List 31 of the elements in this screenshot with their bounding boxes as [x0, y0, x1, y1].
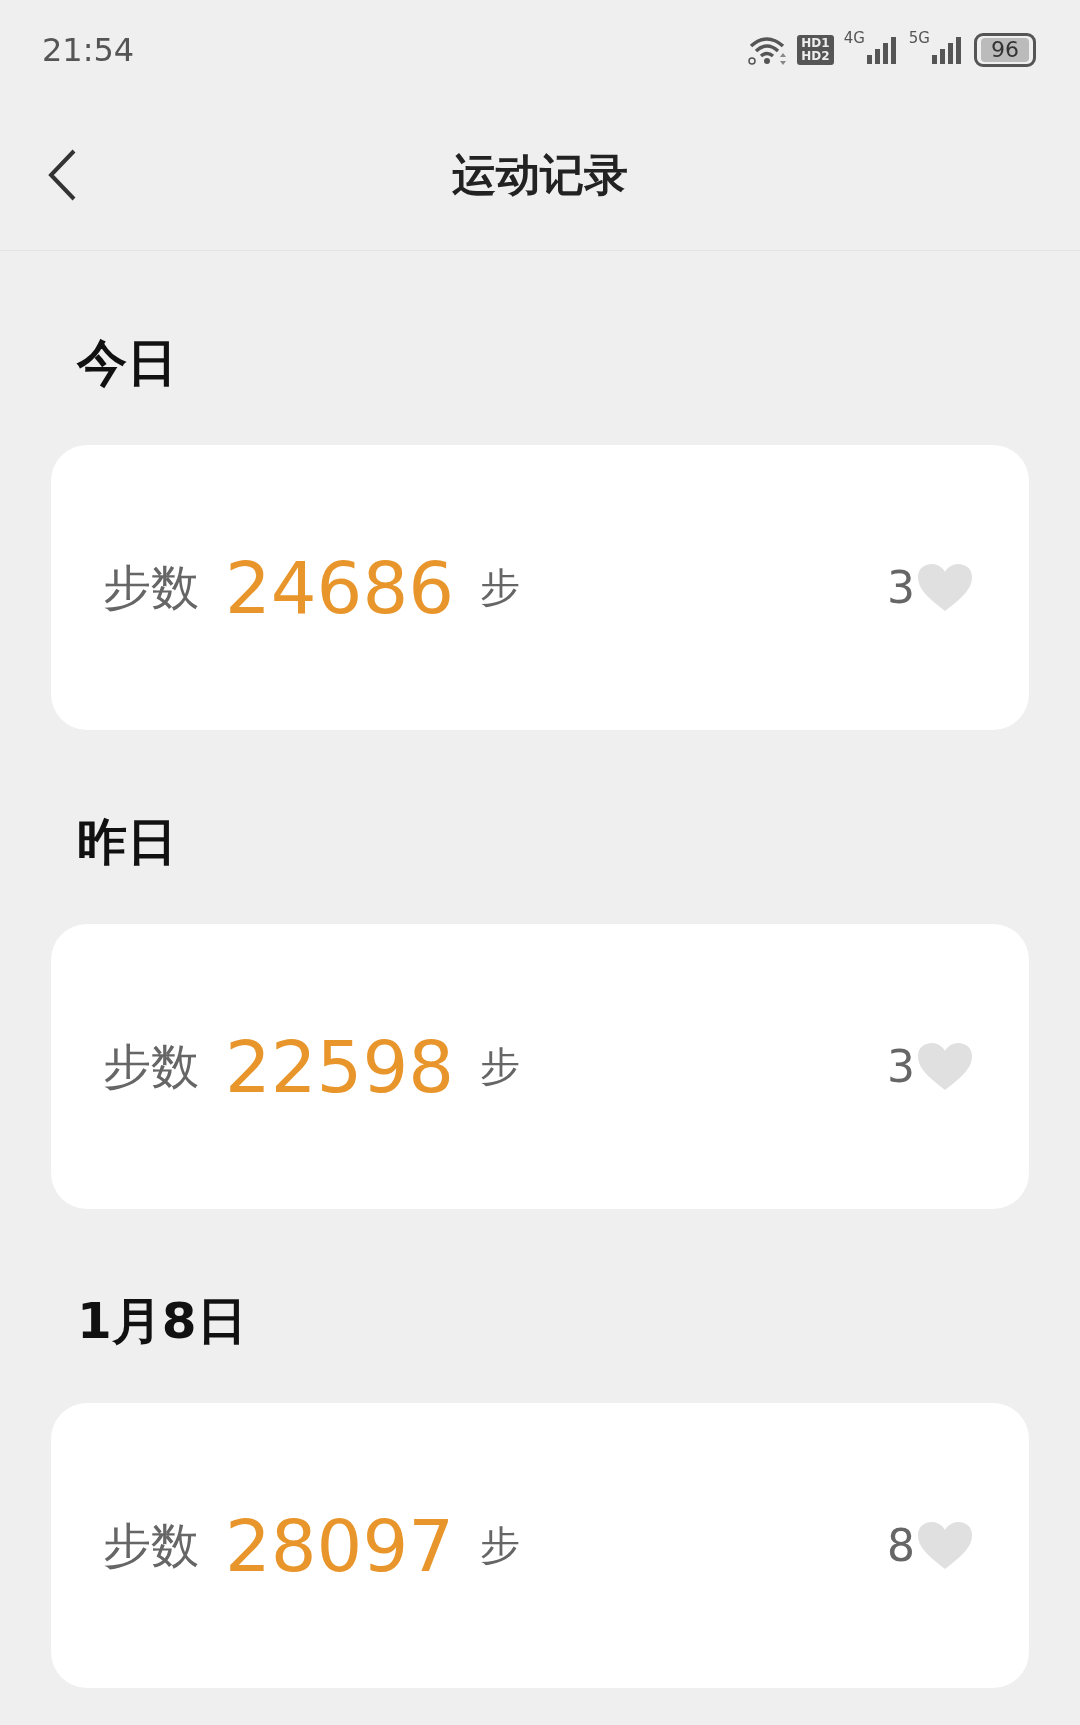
back-button[interactable] [46, 148, 78, 202]
steps-unit: 步 [480, 1521, 521, 1570]
record-card[interactable]: 步数 22598 步 3 [51, 924, 1029, 1209]
section-date: 昨日 [76, 812, 178, 873]
steps-label: 步数 [103, 557, 199, 617]
steps-label: 步数 [103, 1036, 199, 1096]
status-time: 21:54 [42, 31, 135, 69]
signal-icon [864, 35, 899, 65]
network-label: 4G [843, 29, 865, 47]
like-count: 3 [887, 1041, 915, 1092]
heart-icon[interactable] [917, 1041, 973, 1092]
page-title: 运动记录 [452, 147, 628, 202]
like-count: 8 [887, 1520, 915, 1571]
heart-icon[interactable] [917, 1520, 973, 1571]
hd-badge: HD1 HD2 [797, 35, 834, 65]
steps-label: 步数 [103, 1515, 199, 1575]
like-count: 3 [887, 562, 915, 613]
section-date: 今日 [75, 333, 178, 394]
steps-value: 22598 [225, 1024, 455, 1109]
battery-icon: 96 [974, 33, 1036, 67]
steps-value: 28097 [225, 1503, 455, 1588]
signal-icon [930, 35, 964, 65]
steps-value: 24686 [225, 545, 455, 630]
section-date: 1月8日 [76, 1291, 248, 1352]
steps-unit: 步 [480, 1042, 521, 1091]
network-label: 5G [908, 29, 930, 47]
wifi-icon [747, 34, 788, 66]
heart-icon[interactable] [917, 562, 973, 613]
steps-unit: 步 [480, 563, 521, 612]
record-card[interactable]: 步数 28097 步 8 [51, 1403, 1029, 1688]
record-card[interactable]: 步数 24686 步 3 [51, 445, 1029, 730]
